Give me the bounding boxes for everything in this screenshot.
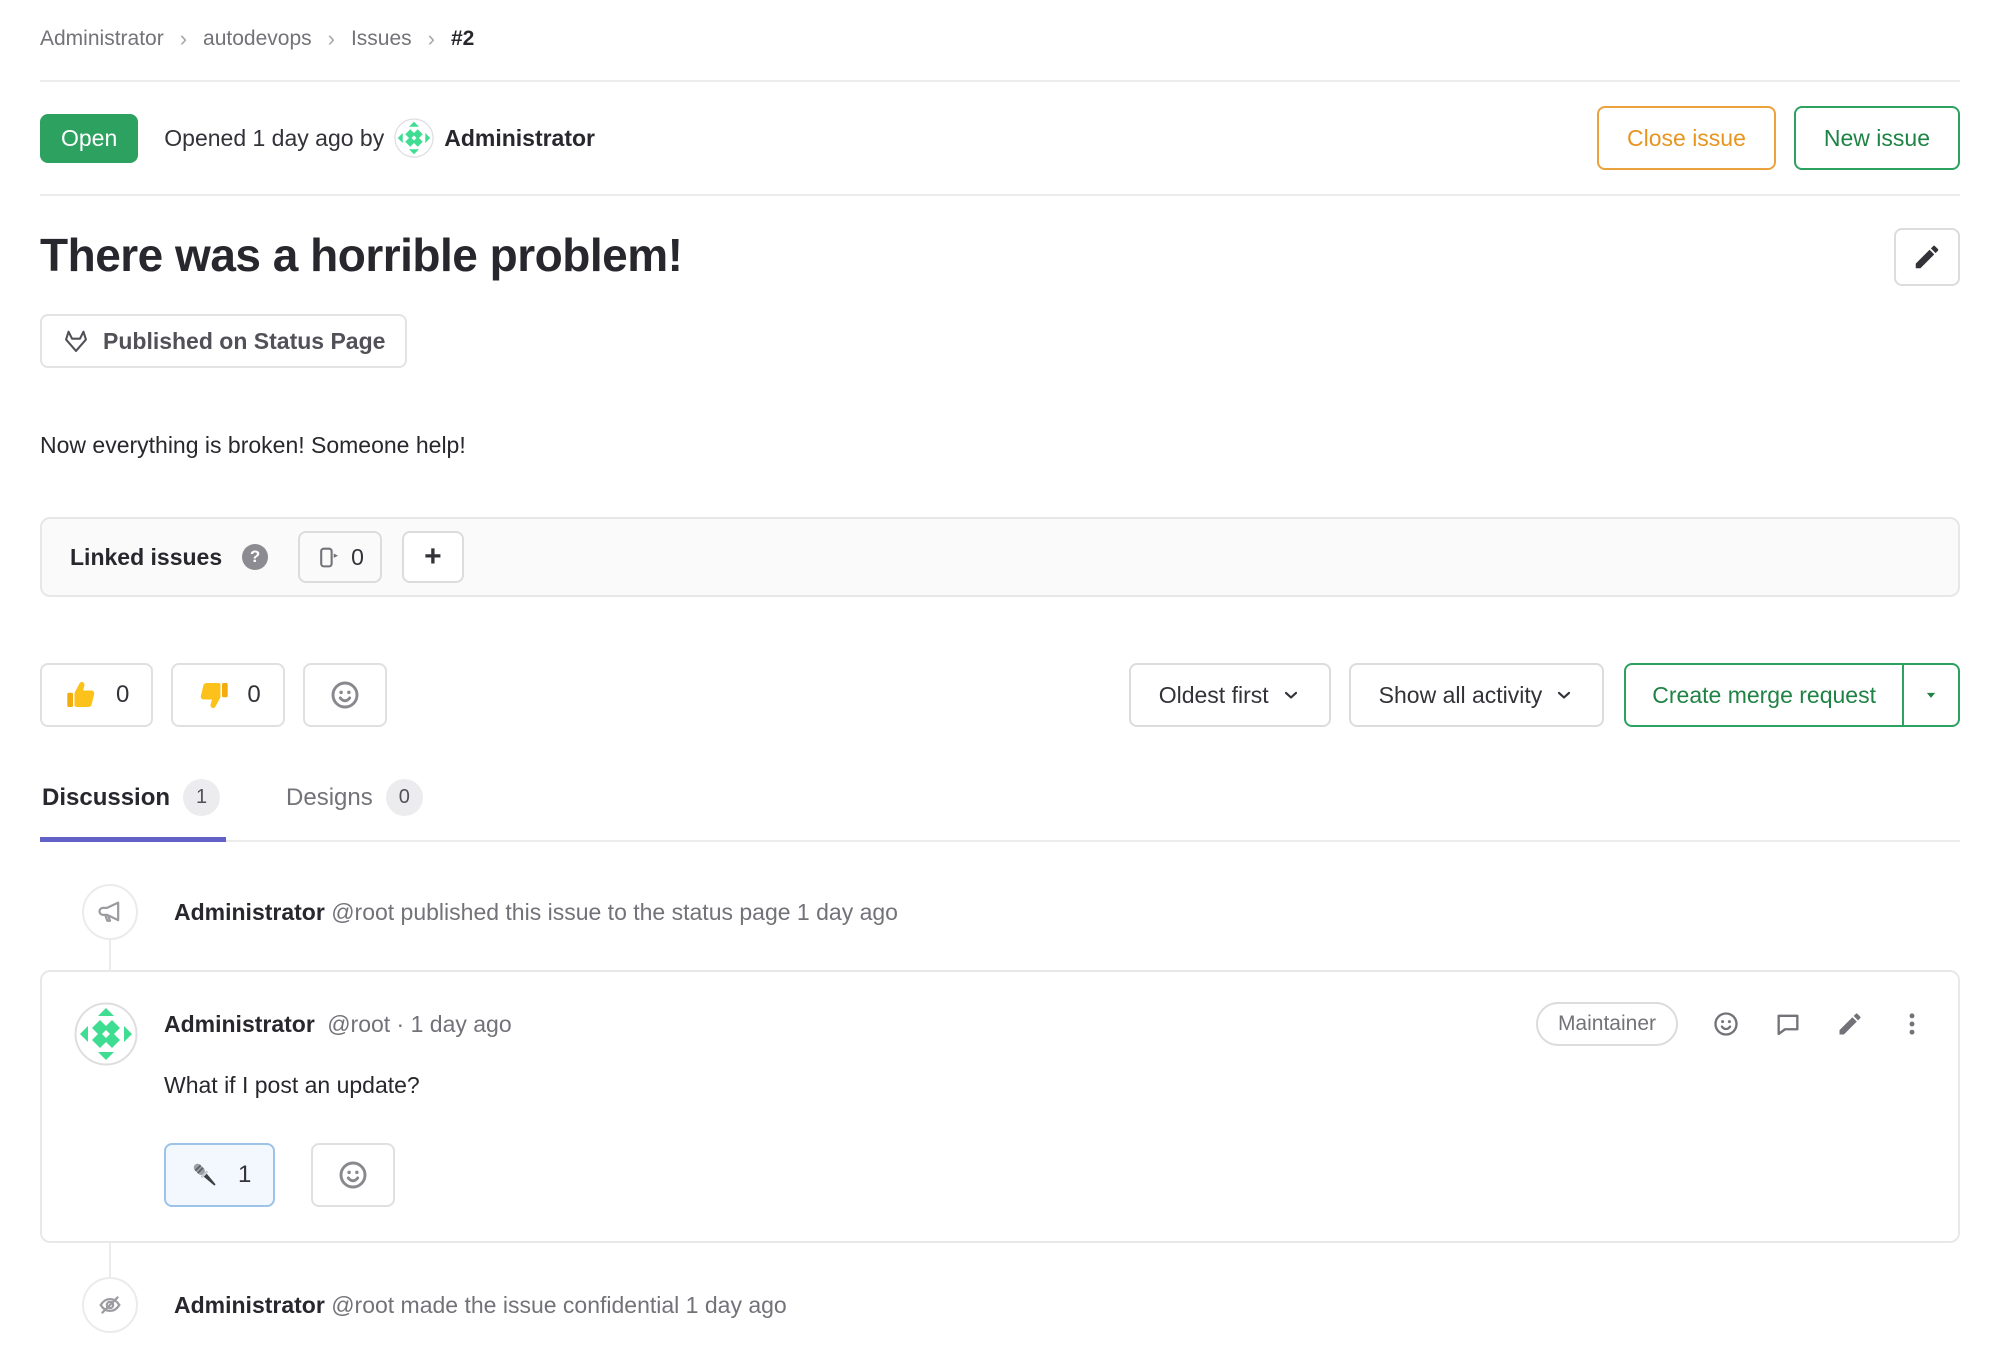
comment-awards: 1: [164, 1143, 1926, 1207]
thumbs-down-emoji: [195, 677, 231, 713]
thumbs-up-count: 0: [116, 681, 129, 709]
add-linked-issue-button[interactable]: +: [402, 531, 464, 583]
thumbs-down-button[interactable]: 0: [171, 663, 284, 727]
discussion-timeline: Administrator @root published this issue…: [40, 884, 1960, 1333]
tab-discussion-count: 1: [183, 779, 220, 816]
avatar[interactable]: [394, 118, 434, 158]
new-issue-button[interactable]: New issue: [1794, 106, 1960, 170]
pencil-icon: [1912, 242, 1942, 272]
microphone-emoji: [188, 1158, 222, 1192]
tab-discussion[interactable]: Discussion 1: [40, 779, 226, 840]
breadcrumb-issue-number: #2: [451, 27, 474, 51]
pencil-icon: [1836, 1010, 1864, 1038]
close-issue-button[interactable]: Close issue: [1597, 106, 1776, 170]
sort-label: Oldest first: [1159, 682, 1269, 709]
smiley-icon: [1712, 1010, 1740, 1038]
chevron-right-icon: ›: [328, 26, 335, 52]
opened-text: Opened 1 day ago by: [164, 125, 384, 152]
issue-page: Administrator › autodevops › Issues › #2…: [0, 0, 2000, 1347]
tab-designs-label: Designs: [286, 784, 373, 812]
title-row: There was a horrible problem!: [40, 228, 1960, 286]
breadcrumb-administrator[interactable]: Administrator: [40, 27, 164, 51]
opened-author[interactable]: Administrator: [444, 125, 595, 152]
add-reaction-comment-button[interactable]: [1712, 1010, 1740, 1038]
linked-issues-count-chip[interactable]: 0: [298, 531, 382, 583]
tab-discussion-label: Discussion: [42, 784, 170, 812]
divider: [40, 194, 1960, 196]
breadcrumb-issues[interactable]: Issues: [351, 27, 412, 51]
chevron-right-icon: ›: [428, 26, 435, 52]
more-actions-button[interactable]: [1898, 1010, 1926, 1038]
comment-header: Administrator @root · 1 day ago Maintain…: [164, 1002, 1926, 1046]
create-merge-request-button[interactable]: Create merge request: [1626, 665, 1902, 725]
create-merge-request-caret[interactable]: [1902, 665, 1958, 725]
chevron-down-icon: [1554, 685, 1574, 705]
activity-tabs: Discussion 1 Designs 0: [40, 779, 1960, 842]
megaphone-icon: [96, 898, 124, 926]
mic-award-button[interactable]: 1: [164, 1143, 275, 1207]
edit-comment-button[interactable]: [1836, 1010, 1864, 1038]
sort-dropdown[interactable]: Oldest first: [1129, 663, 1331, 727]
breadcrumb: Administrator › autodevops › Issues › #2: [40, 0, 1960, 52]
opened-meta: Opened 1 day ago by Administrator: [164, 118, 595, 158]
chevron-down-icon: [1281, 685, 1301, 705]
breadcrumb-autodevops[interactable]: autodevops: [203, 27, 312, 51]
comment-body: What if I post an update?: [164, 1072, 1926, 1099]
system-note-confidential: Administrator @root made the issue confi…: [40, 1277, 1960, 1333]
thumbs-up-emoji: [64, 677, 100, 713]
note-author[interactable]: Administrator: [174, 1292, 325, 1318]
mic-award-count: 1: [238, 1161, 251, 1189]
issue-description: Now everything is broken! Someone help!: [40, 432, 1960, 459]
linked-issues-widget: Linked issues ? 0 +: [40, 517, 1960, 597]
role-badge: Maintainer: [1536, 1002, 1678, 1046]
smiley-icon: [337, 1159, 369, 1191]
issue-status-bar: Open Opened 1 day ago by Administrator C…: [40, 82, 1960, 194]
note-body: @root published this issue to the status…: [331, 899, 898, 925]
tab-designs-count: 0: [386, 779, 423, 816]
note-body: @root made the issue confidential 1 day …: [331, 1292, 787, 1318]
tab-designs[interactable]: Designs 0: [284, 779, 429, 840]
add-reaction-award-button[interactable]: [311, 1143, 395, 1207]
activity-filter-label: Show all activity: [1379, 682, 1543, 709]
published-status-page-label: Published on Status Page: [103, 328, 385, 355]
comment-meta-text: @root · 1 day ago: [327, 1011, 511, 1037]
question-circle-icon[interactable]: ?: [242, 544, 268, 570]
kebab-menu-icon: [1898, 1010, 1926, 1038]
tanuki-icon: [62, 327, 90, 355]
status-badge: Open: [40, 114, 138, 163]
create-merge-request-split-button: Create merge request: [1624, 663, 1960, 727]
thumbs-down-count: 0: [247, 681, 260, 709]
thumbs-up-button[interactable]: 0: [40, 663, 153, 727]
activity-filter-dropdown[interactable]: Show all activity: [1349, 663, 1605, 727]
system-note-published: Administrator @root published this issue…: [40, 884, 1960, 940]
linked-issues-title: Linked issues: [70, 544, 222, 571]
avatar[interactable]: [74, 1002, 138, 1066]
reply-in-thread-button[interactable]: [1774, 1010, 1802, 1038]
edit-title-button[interactable]: [1894, 228, 1960, 286]
comment-author[interactable]: Administrator: [164, 1011, 315, 1037]
page-title: There was a horrible problem!: [40, 228, 1894, 282]
eye-slash-icon: [96, 1291, 124, 1319]
comment-actions: Maintainer: [1536, 1002, 1926, 1046]
smiley-icon: [329, 679, 361, 711]
chevron-right-icon: ›: [180, 26, 187, 52]
actions-row: 0 0 Oldest first Show al: [40, 663, 1960, 727]
published-status-page-badge: Published on Status Page: [40, 314, 407, 368]
comment-bubble-icon: [1774, 1010, 1802, 1038]
caret-down-icon: [1921, 685, 1941, 705]
linked-issues-count: 0: [351, 544, 364, 571]
note-author[interactable]: Administrator: [174, 899, 325, 925]
add-reaction-button[interactable]: [303, 663, 387, 727]
issue-document-icon: [316, 545, 341, 570]
comment-main: Administrator @root · 1 day ago Maintain…: [164, 1002, 1926, 1207]
comment-card: Administrator @root · 1 day ago Maintain…: [40, 970, 1960, 1243]
